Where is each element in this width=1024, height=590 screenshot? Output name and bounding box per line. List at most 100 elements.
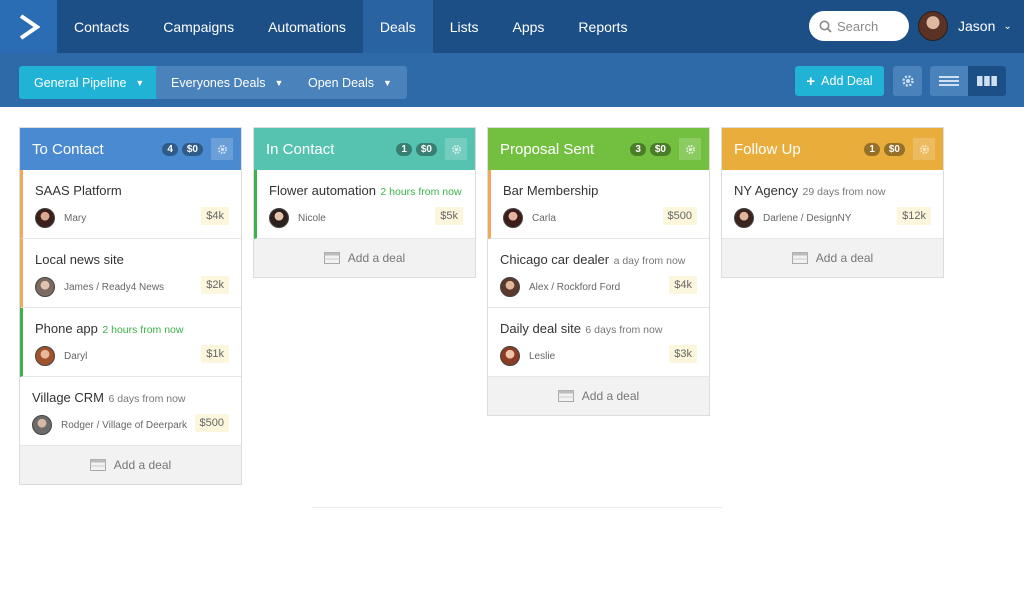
- deal-contact: Darlene: [763, 212, 799, 224]
- deal-card[interactable]: Local news site James / Ready4 News $2k: [20, 239, 241, 308]
- deal-title: Local news site: [35, 252, 124, 267]
- deal-amount: $2k: [201, 276, 229, 294]
- add-deal-row-label: Add a deal: [581, 389, 640, 403]
- deal-title: Bar Membership: [503, 183, 599, 198]
- deal-company: Rockford Ford: [556, 281, 621, 293]
- list-view-icon: [939, 76, 959, 86]
- view-toggle: [930, 66, 1006, 96]
- nav-item-campaigns[interactable]: Campaigns: [146, 0, 251, 53]
- search-input[interactable]: Search: [809, 11, 909, 41]
- deal-amount: $500: [662, 207, 697, 225]
- stage-column-in-contact: In Contact 1 $0 Flower automation 2 hour…: [253, 127, 476, 278]
- avatar: [32, 415, 52, 435]
- add-deal-row[interactable]: Add a deal: [488, 377, 709, 415]
- deal-card[interactable]: Village CRM 6 days from now Rodger / Vil…: [20, 377, 241, 446]
- add-deal-row[interactable]: Add a deal: [722, 239, 943, 277]
- add-deal-label: Add Deal: [821, 74, 873, 88]
- caret-down-icon: ▼: [274, 77, 284, 88]
- owner-filter-dropdown[interactable]: Everyones Deals ▼: [156, 66, 299, 99]
- deal-card[interactable]: Phone app 2 hours from now Daryl $1k: [20, 308, 241, 377]
- add-deal-row[interactable]: Add a deal: [254, 239, 475, 277]
- card-add-icon: [791, 252, 808, 264]
- add-deal-row-label: Add a deal: [815, 251, 874, 265]
- column-view-button[interactable]: [968, 66, 1006, 96]
- status-filter-dropdown[interactable]: Open Deals ▼: [293, 66, 407, 99]
- deal-title: Daily deal site: [500, 321, 581, 336]
- deal-company: Village of Deerpark: [102, 419, 188, 431]
- card-add-icon: [89, 459, 106, 471]
- deal-card[interactable]: Flower automation 2 hours from now Nicol…: [254, 170, 475, 239]
- gear-icon: [217, 144, 227, 154]
- deal-company: DesignNY: [806, 212, 852, 224]
- card-add-icon: [557, 390, 574, 402]
- arrow-logo-icon: [19, 13, 40, 40]
- list-view-button[interactable]: [930, 66, 968, 96]
- deal-amount: $4k: [669, 276, 697, 294]
- pipeline-dropdown-label: General Pipeline: [34, 75, 127, 90]
- stage-total-badge: $0: [649, 142, 671, 156]
- avatar: [500, 277, 520, 297]
- deal-title: Phone app: [35, 321, 98, 336]
- stage-settings-button[interactable]: [679, 138, 701, 160]
- user-menu[interactable]: Jason ⌄: [918, 11, 1012, 41]
- nav-item-deals[interactable]: Deals: [362, 0, 433, 53]
- deal-amount: $12k: [897, 207, 931, 225]
- nav-item-contacts[interactable]: Contacts: [57, 0, 146, 53]
- stage-title: Follow Up: [734, 140, 801, 158]
- pipeline-dropdown[interactable]: General Pipeline ▼: [19, 66, 160, 99]
- deal-card[interactable]: Daily deal site 6 days from now Leslie $…: [488, 308, 709, 377]
- card-add-icon: [323, 252, 340, 264]
- avatar: [35, 277, 55, 297]
- stage-settings-button[interactable]: [211, 138, 233, 160]
- stage-column-proposal-sent: Proposal Sent 3 $0 Bar Membership Carla …: [487, 127, 710, 416]
- deal-contact: Leslie: [529, 350, 556, 362]
- stage-count-badge: 1: [864, 142, 880, 156]
- nav-item-automations[interactable]: Automations: [251, 0, 363, 53]
- deal-title: SAAS Platform: [35, 183, 122, 198]
- nav-menu: Contacts Campaigns Automations Deals Lis…: [57, 0, 644, 53]
- add-deal-row-label: Add a deal: [347, 251, 406, 265]
- deal-contact: Alex: [529, 281, 549, 293]
- stage-header: Follow Up 1 $0: [722, 128, 943, 170]
- add-deal-row-label: Add a deal: [113, 458, 172, 472]
- deal-title: NY Agency: [734, 183, 799, 198]
- deal-card[interactable]: SAAS Platform Mary $4k: [20, 170, 241, 239]
- stage-column-follow-up: Follow Up 1 $0 NY Agency 29 days from no…: [721, 127, 944, 278]
- deal-company: Ready4 News: [101, 281, 165, 293]
- deal-contact: Mary: [64, 212, 87, 224]
- deal-amount: $5k: [435, 207, 463, 225]
- stage-title: In Contact: [266, 140, 335, 158]
- settings-button[interactable]: [893, 66, 922, 96]
- gear-icon: [685, 144, 695, 154]
- stage-count-badge: 1: [396, 142, 412, 156]
- nav-item-lists[interactable]: Lists: [433, 0, 496, 53]
- deal-amount: $3k: [669, 345, 697, 363]
- stage-settings-button[interactable]: [445, 138, 467, 160]
- avatar: [503, 208, 523, 228]
- add-deal-row[interactable]: Add a deal: [20, 446, 241, 484]
- deal-due: 2 hours from now: [102, 324, 184, 336]
- deal-amount: $1k: [201, 345, 229, 363]
- stage-header: Proposal Sent 3 $0: [488, 128, 709, 170]
- column-view-icon: [977, 76, 997, 86]
- stage-count-badge: 3: [630, 142, 646, 156]
- plus-icon: +: [806, 72, 816, 90]
- stage-header: In Contact 1 $0: [254, 128, 475, 170]
- nav-item-apps[interactable]: Apps: [496, 0, 562, 53]
- deal-card[interactable]: Bar Membership Carla $500: [488, 170, 709, 239]
- add-deal-button[interactable]: + Add Deal: [795, 66, 884, 96]
- divider: [312, 507, 722, 508]
- stage-total-badge: $0: [415, 142, 437, 156]
- deal-card[interactable]: NY Agency 29 days from now Darlene / Des…: [722, 170, 943, 239]
- app-logo[interactable]: [0, 0, 57, 53]
- stage-settings-button[interactable]: [913, 138, 935, 160]
- deal-contact: Rodger: [61, 419, 94, 431]
- avatar: [734, 208, 754, 228]
- search-placeholder: Search: [837, 18, 879, 34]
- deal-contact: Daryl: [64, 350, 88, 362]
- nav-item-reports[interactable]: Reports: [561, 0, 644, 53]
- deal-card[interactable]: Chicago car dealer a day from now Alex /…: [488, 239, 709, 308]
- owner-filter-label: Everyones Deals: [171, 75, 266, 90]
- gear-icon: [451, 144, 461, 154]
- deal-contact: Carla: [532, 212, 556, 224]
